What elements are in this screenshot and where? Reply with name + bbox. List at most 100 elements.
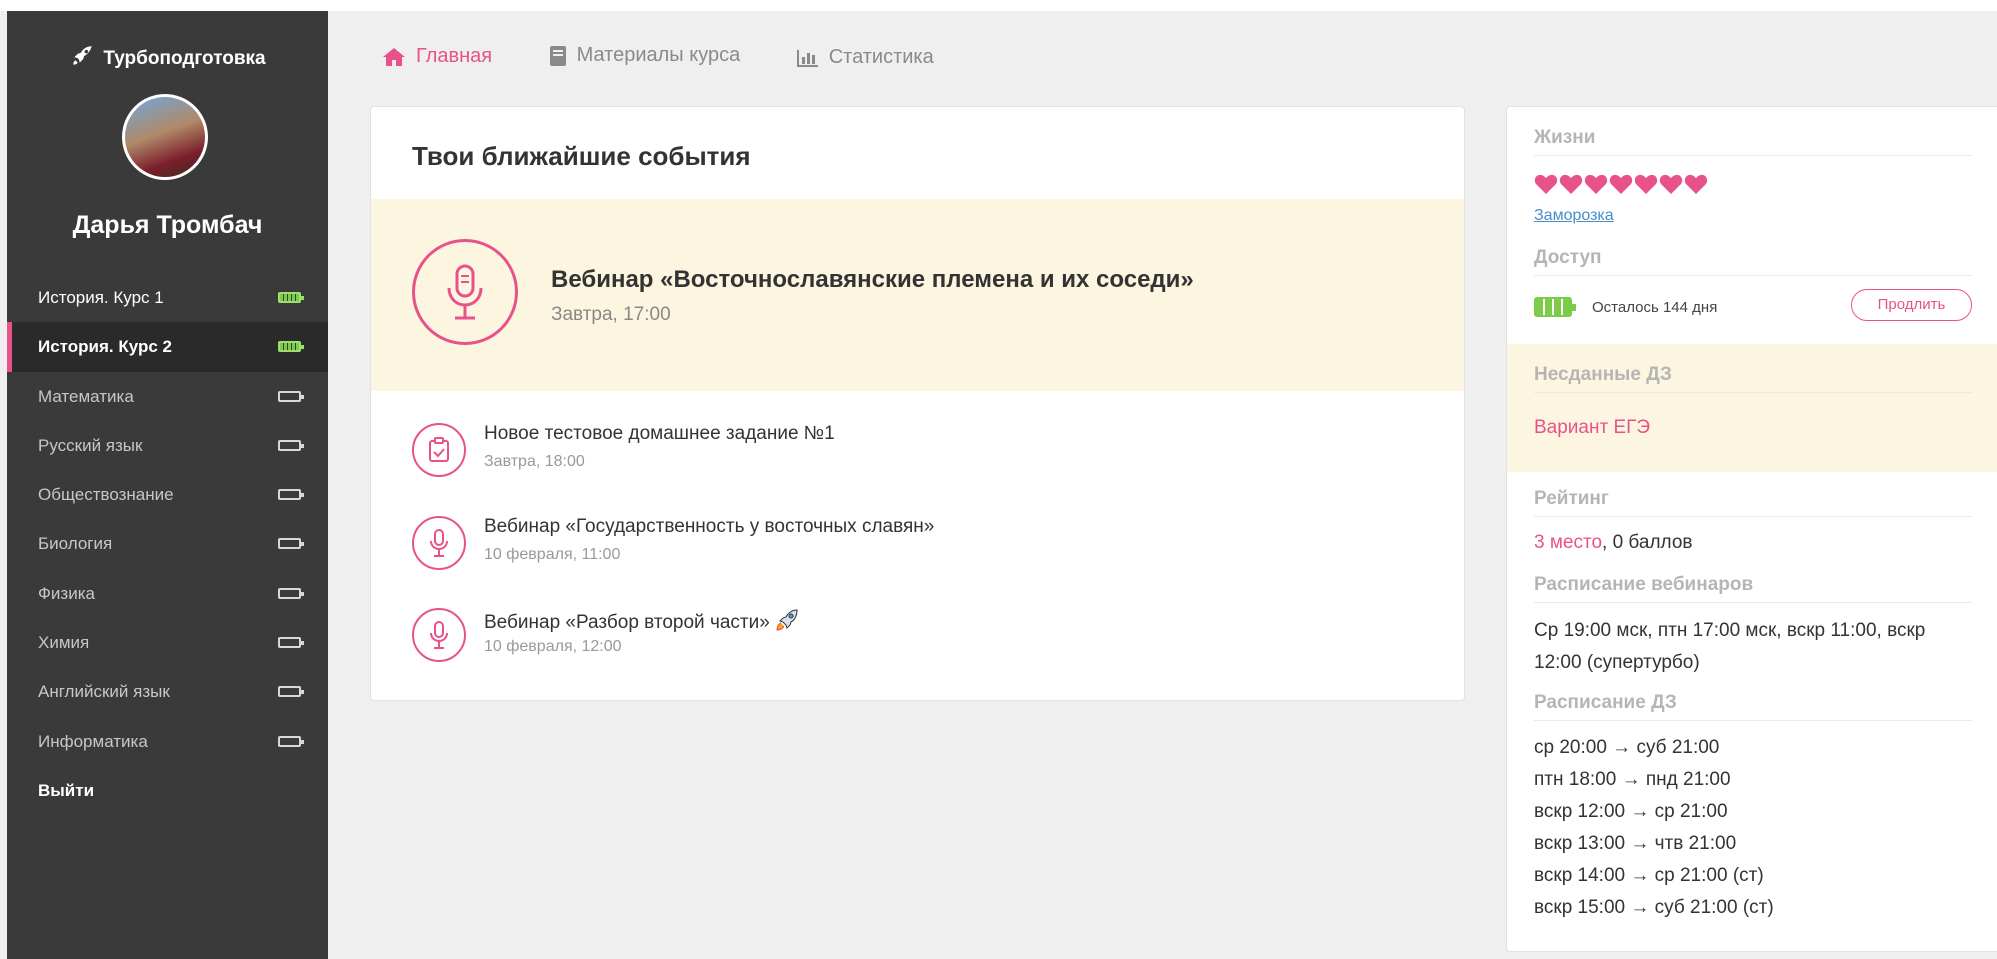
events-card: Твои ближайшие события Вебинар «Восточно… xyxy=(370,106,1465,701)
event-item[interactable]: Вебинар «Разбор второй части» 10 февраля… xyxy=(412,602,1412,662)
battery-empty-icon xyxy=(278,686,304,698)
sidebar-item-label: Русский язык xyxy=(38,435,143,455)
featured-event-title: Вебинар «Восточнославянские племена и их… xyxy=(551,266,1194,293)
sidebar-item-english[interactable]: Английский язык xyxy=(7,667,328,716)
freeze-link[interactable]: Заморозка xyxy=(1534,207,1614,225)
event-time: Завтра, 18:00 xyxy=(484,453,585,470)
logout-link[interactable]: Выйти xyxy=(7,766,328,815)
top-nav: Главная Материалы курса Статистика xyxy=(382,44,986,80)
heart-icon xyxy=(1534,174,1558,194)
extend-button[interactable]: Продлить xyxy=(1851,289,1972,321)
battery-empty-icon xyxy=(278,538,304,550)
brand-name: Турбоподготовка xyxy=(103,48,266,70)
microphone-icon xyxy=(412,608,466,662)
hw-schedule-line: вскр 12:00 → ср 21:00 xyxy=(1534,801,1728,822)
tab-stats-label: Статистика xyxy=(828,46,934,68)
sidebar-item-russian[interactable]: Русский язык xyxy=(7,421,328,470)
sidebar-item-label: Математика xyxy=(38,386,134,406)
battery-empty-icon xyxy=(278,587,304,599)
info-panel: Жизни Заморозка Доступ Осталось 144 дня … xyxy=(1506,106,1997,952)
webinar-schedule-text: Ср 19:00 мск, птн 17:00 мск, вскр 11:00,… xyxy=(1534,620,1926,673)
battery-empty-icon xyxy=(278,390,304,402)
sidebar-item-label: Химия xyxy=(38,633,90,653)
avatar[interactable] xyxy=(122,94,208,180)
hw-schedule-line: вскр 13:00 → чтв 21:00 xyxy=(1534,833,1737,854)
event-title: Новое тестовое домашнее задание №1 xyxy=(484,423,835,444)
rocket-emoji-icon xyxy=(776,609,798,631)
lives-hearts xyxy=(1534,173,1709,195)
sidebar-item-chemistry[interactable]: Химия xyxy=(7,618,328,667)
event-title-text: Вебинар «Разбор второй части» xyxy=(484,612,770,633)
sidebar-item-label: Биология xyxy=(38,534,113,554)
rocket-icon xyxy=(69,43,95,75)
user-name: Дарья Тромбач xyxy=(72,211,263,239)
clipboard-check-icon xyxy=(412,423,466,477)
sidebar-item-label: Информатика xyxy=(38,731,148,751)
lives-heading: Жизни xyxy=(1534,127,1972,156)
microphone-icon xyxy=(412,516,466,570)
hw-schedule-list: ср 20:00 → суб 21:00 птн 18:00 → пнд 21:… xyxy=(1534,732,1774,924)
brand[interactable]: Турбоподготовка xyxy=(7,43,328,75)
sidebar-item-history-1[interactable]: История. Курс 1 xyxy=(7,273,328,322)
heart-icon xyxy=(1659,174,1683,194)
sidebar-item-label: История. Курс 2 xyxy=(38,337,172,357)
event-title: Вебинар «Государственность у восточных с… xyxy=(484,516,935,537)
battery-empty-icon xyxy=(278,735,304,747)
heart-icon xyxy=(1584,174,1608,194)
sidebar-item-label: Английский язык xyxy=(38,682,170,702)
battery-empty-icon xyxy=(278,439,304,451)
rating-value: 3 место, 0 баллов xyxy=(1534,532,1693,554)
access-row: Осталось 144 дня Продлить xyxy=(1534,289,1972,323)
battery-full-icon xyxy=(1534,297,1576,317)
heart-icon xyxy=(1609,174,1633,194)
hw-schedule-line: вскр 14:00 → ср 21:00 (ст) xyxy=(1534,865,1764,886)
hw-schedule-line: ср 20:00 → суб 21:00 xyxy=(1534,737,1720,758)
hw-schedule-line: вскр 15:00 → суб 21:00 (ст) xyxy=(1534,897,1774,918)
microphone-icon xyxy=(412,239,518,345)
rating-place: 3 место xyxy=(1534,532,1603,553)
sidebar-item-social[interactable]: Обществознание xyxy=(7,470,328,519)
sidebar-item-history-2[interactable]: История. Курс 2 xyxy=(7,322,328,372)
heart-icon xyxy=(1684,174,1708,194)
event-item[interactable]: Новое тестовое домашнее задание №1 Завтр… xyxy=(412,417,1412,477)
hw-schedule-heading: Расписание ДЗ xyxy=(1534,692,1972,721)
tab-materials[interactable]: Материалы курса xyxy=(549,44,741,67)
sidebar-item-physics[interactable]: Физика xyxy=(7,569,328,618)
tab-materials-label: Материалы курса xyxy=(576,44,741,66)
sidebar-item-math[interactable]: Математика xyxy=(7,372,328,421)
sidebar-nav: История. Курс 1 История. Курс 2 Математи… xyxy=(7,273,328,815)
webinar-schedule-heading: Расписание вебинаров xyxy=(1534,574,1972,603)
top-strip xyxy=(0,0,1997,11)
access-remaining: Осталось 144 дня xyxy=(1592,299,1718,316)
events-title: Твои ближайшие события xyxy=(412,141,751,171)
homework-link[interactable]: Вариант ЕГЭ xyxy=(1534,417,1650,439)
tab-stats[interactable]: Статистика xyxy=(796,46,934,69)
event-time: 10 февраля, 11:00 xyxy=(484,546,621,563)
homework-section: Несданные ДЗ Вариант ЕГЭ xyxy=(1507,344,1997,472)
battery-full-icon xyxy=(278,292,304,303)
sidebar-item-informatics[interactable]: Информатика xyxy=(7,717,328,766)
rating-points: , 0 баллов xyxy=(1602,532,1693,553)
sidebar-item-biology[interactable]: Биология xyxy=(7,519,328,568)
battery-empty-icon xyxy=(278,637,304,649)
home-icon xyxy=(383,47,405,66)
event-time: 10 февраля, 12:00 xyxy=(484,638,622,655)
tab-home[interactable]: Главная xyxy=(382,45,492,68)
event-title: Вебинар «Разбор второй части» xyxy=(484,608,799,634)
rating-heading: Рейтинг xyxy=(1534,488,1972,517)
book-icon xyxy=(549,45,566,66)
featured-event[interactable]: Вебинар «Восточнославянские племена и их… xyxy=(371,199,1464,391)
bar-chart-icon xyxy=(796,49,818,67)
sidebar: Турбоподготовка Дарья Тромбач История. К… xyxy=(7,11,328,959)
homework-heading: Несданные ДЗ xyxy=(1534,364,1972,393)
sidebar-item-label: Физика xyxy=(38,583,95,603)
battery-full-icon xyxy=(278,341,304,353)
battery-empty-icon xyxy=(278,489,304,501)
sidebar-item-label: История. Курс 1 xyxy=(38,288,164,307)
heart-icon xyxy=(1634,174,1658,194)
event-item[interactable]: Вебинар «Государственность у восточных с… xyxy=(412,510,1412,570)
access-heading: Доступ xyxy=(1534,247,1972,276)
hw-schedule-line: птн 18:00 → пнд 21:00 xyxy=(1534,769,1731,790)
sidebar-item-label: Обществознание xyxy=(38,485,174,505)
heart-icon xyxy=(1559,174,1583,194)
